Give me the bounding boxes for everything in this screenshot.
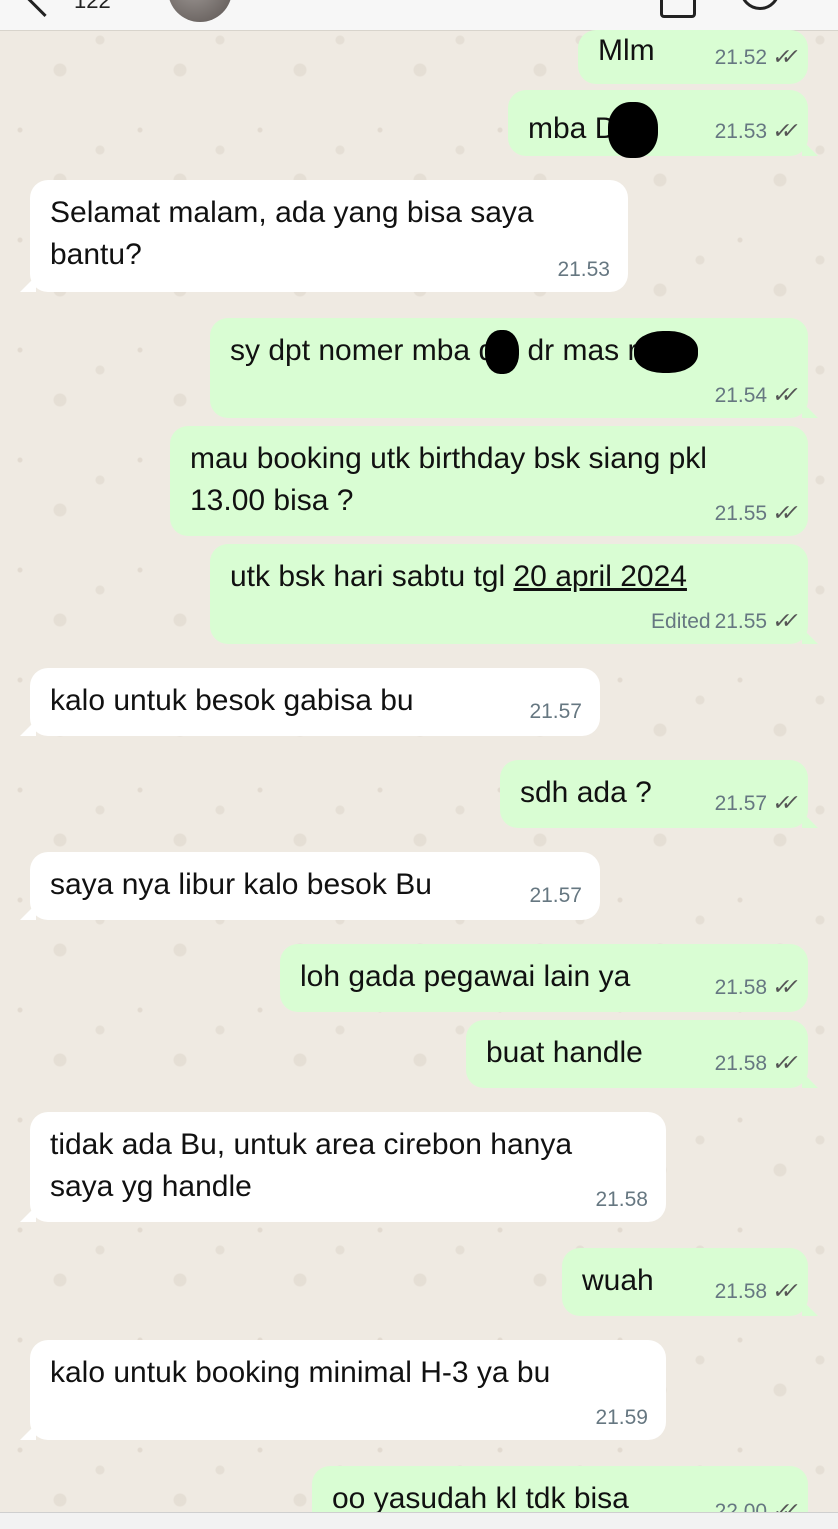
message-text-line: Selamat malam, ada yang bisa saya [50,196,534,229]
message-time: 21.55 [714,502,768,525]
message-text: kalo untuk booking minimal H-3 ya bu [50,1356,551,1389]
message-bubble-outgoing[interactable]: mba D 21.53 ✓✓ [508,90,818,158]
message-text: Mlm [598,34,655,67]
read-receipt-icon: ✓✓ [771,44,793,69]
message-meta: 21.57 ✓✓ [714,790,793,816]
message-bubble-incoming[interactable]: Selamat malam, ada yang bisa saya bantu?… [20,180,628,292]
message-time: 21.58 [714,1280,768,1303]
message-time: 21.53 [714,120,768,143]
bottom-edge [0,1512,838,1529]
redaction-mark [485,330,520,375]
message-bubble-outgoing[interactable]: wuah 21.58 ✓✓ [562,1248,818,1316]
message-time: 21.52 [714,46,768,69]
message-meta: 21.53 ✓✓ [714,118,793,144]
message-time: 21.58 [714,1052,768,1075]
message-text: buat handle [486,1036,643,1069]
redaction-mark [634,331,699,374]
message-bubble-incoming[interactable]: tidak ada Bu, untuk area cirebon hanya s… [20,1112,666,1222]
message-meta: 21.58 ✓✓ [714,1050,793,1076]
message-time: 21.57 [529,700,582,723]
message-text: utk bsk hari sabtu tgl [230,560,514,593]
message-time: 21.53 [557,258,610,281]
date-link[interactable]: 20 april 2024 [513,560,686,593]
message-meta: 21.58 ✓✓ [714,1278,793,1304]
message-text: wuah [582,1264,654,1297]
message-text-line: bantu? [50,238,142,271]
message-text: oo yasudah kl tdk bisa [332,1482,629,1515]
message-time: 21.58 [714,976,768,999]
read-receipt-icon: ✓✓ [771,790,793,815]
read-receipt-icon: ✓✓ [771,382,793,407]
message-bubble-outgoing[interactable]: buat handle 21.58 ✓✓ [466,1020,818,1088]
message-text: sdh ada ? [520,776,652,809]
message-bubble-outgoing[interactable]: utk bsk hari sabtu tgl 20 april 2024 Edi… [210,544,818,644]
message-time: 21.59 [595,1406,648,1429]
message-meta: 21.54 ✓✓ [714,382,793,408]
message-text: loh gada pegawai lain ya [300,960,631,993]
message-text-line: 13.00 bisa ? [190,484,354,517]
video-call-icon[interactable] [660,0,696,18]
message-meta: 21.55 ✓✓ [714,500,793,526]
message-bubble-outgoing[interactable]: sy dpt nomer mba d dr mas ri 21.54 ✓✓ [210,318,818,418]
message-time: 21.58 [595,1188,648,1211]
edited-label: Edited [651,610,711,633]
phone-icon[interactable] [740,0,780,10]
read-receipt-icon: ✓✓ [771,1278,793,1303]
message-text-line: tidak ada Bu, untuk area cirebon hanya [50,1128,573,1161]
message-bubble-incoming[interactable]: saya nya libur kalo besok Bu 21.57 [20,852,600,920]
read-receipt-icon: ✓✓ [771,118,793,143]
message-bubble-incoming[interactable]: kalo untuk besok gabisa bu 21.57 [20,668,600,736]
message-text: saya nya libur kalo besok Bu [50,868,432,901]
read-receipt-icon: ✓✓ [771,1050,793,1075]
message-meta: Edited 21.55 ✓✓ [651,608,793,634]
chat-header: 122 [0,0,838,31]
message-bubble-incoming[interactable]: kalo untuk booking minimal H-3 ya bu 21.… [20,1340,666,1440]
message-meta: 21.52 ✓✓ [714,44,793,70]
back-arrow-icon[interactable] [23,0,66,18]
read-receipt-icon: ✓✓ [771,608,793,633]
read-receipt-icon: ✓✓ [771,500,793,525]
message-bubble-outgoing[interactable]: loh gada pegawai lain ya 21.58 ✓✓ [280,944,808,1012]
message-text: sy dpt nomer mba d [230,334,496,367]
message-text-line: saya yg handle [50,1170,252,1203]
message-bubble-outgoing[interactable]: sdh ada ? 21.57 ✓✓ [500,760,818,828]
redaction-mark [608,102,659,158]
message-text: mba D [528,111,617,145]
message-text-line: mau booking utk birthday bsk siang pkl [190,442,707,475]
contact-avatar[interactable] [168,0,232,22]
message-bubble-outgoing[interactable]: mau booking utk birthday bsk siang pkl 1… [170,426,808,536]
message-time: 21.57 [714,792,768,815]
message-text: kalo untuk besok gabisa bu [50,684,414,717]
message-time: 21.57 [529,884,582,907]
message-time: 21.55 [714,610,768,633]
message-bubble-outgoing[interactable]: Mlm 21.52 ✓✓ [578,30,808,84]
message-time: 21.54 [714,384,768,407]
message-meta: 21.58 ✓✓ [714,974,793,1000]
read-receipt-icon: ✓✓ [771,974,793,999]
message-text: dr mas ri [519,334,645,367]
unread-count[interactable]: 122 [74,0,111,14]
